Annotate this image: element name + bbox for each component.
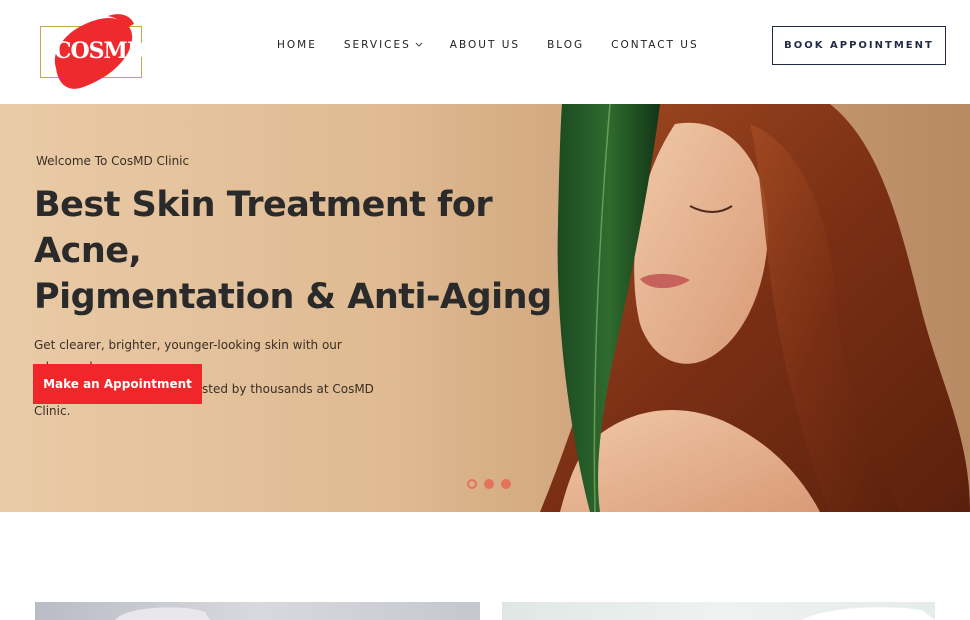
nav-label: HOME — [277, 39, 317, 51]
headline-line: Pigmentation & Anti-Aging — [34, 277, 552, 317]
nav-item-blog[interactable]: BLOG — [547, 39, 584, 51]
cosmd-logo[interactable]: COSMD — [38, 10, 146, 94]
hero-image — [540, 104, 970, 512]
site-header: COSMD HOME SERVICES ABOUT US BLOG CONTAC… — [0, 0, 970, 104]
chevron-down-icon — [415, 39, 423, 51]
main-nav: HOME SERVICES ABOUT US BLOG CONTACT US — [277, 39, 726, 51]
service-card-image-right[interactable] — [502, 602, 935, 620]
hero-welcome: Welcome To CosMD Clinic — [36, 154, 190, 168]
slider-dot-3[interactable] — [501, 479, 511, 489]
book-appointment-button[interactable]: BOOK APPOINTMENT — [772, 26, 946, 65]
service-card-image-left[interactable] — [35, 602, 480, 620]
hero-headline: Best Skin Treatment for Acne, Pigmentati… — [34, 182, 554, 320]
nav-label: SERVICES — [343, 39, 411, 51]
nav-label: CONTACT US — [611, 39, 699, 51]
nav-label: ABOUT US — [449, 39, 521, 51]
slider-dot-2[interactable] — [484, 479, 494, 489]
slider-dots — [467, 479, 511, 489]
headline-line: Best Skin Treatment for Acne, — [34, 185, 493, 271]
nav-item-about[interactable]: ABOUT US — [450, 39, 520, 51]
hero-slider: Welcome To CosMD Clinic Best Skin Treatm… — [0, 104, 970, 512]
nav-item-home[interactable]: HOME — [277, 39, 317, 51]
make-appointment-button[interactable]: Make an Appointment — [33, 364, 202, 404]
logo-text: COSMD — [54, 38, 146, 64]
slider-dot-1[interactable] — [467, 479, 477, 489]
nav-label: BLOG — [547, 39, 585, 51]
nav-item-contact[interactable]: CONTACT US — [611, 39, 698, 51]
nav-item-services[interactable]: SERVICES — [344, 39, 423, 51]
